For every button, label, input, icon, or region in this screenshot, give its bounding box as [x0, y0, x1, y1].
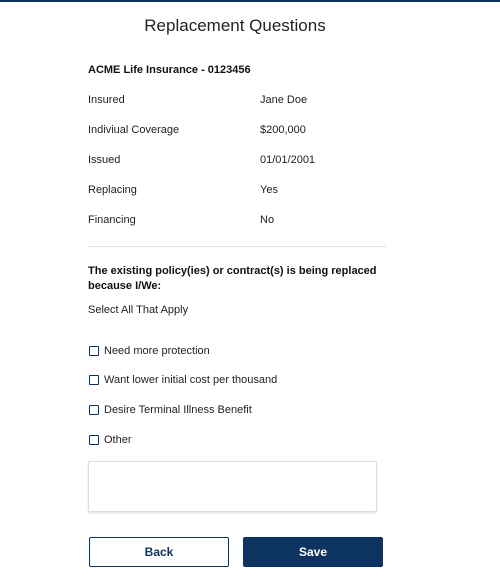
info-value: 01/01/2001: [260, 154, 316, 166]
option-label: Want lower initial cost per thousand: [104, 374, 278, 386]
info-value: $200,000: [260, 124, 306, 136]
option-need-more-protection[interactable]: Need more protection: [89, 344, 210, 358]
checkbox-icon[interactable]: [89, 346, 99, 356]
info-value: Yes: [260, 184, 278, 196]
info-label: Insured: [88, 94, 125, 106]
checkbox-icon[interactable]: [89, 435, 99, 445]
replacement-reason-question: The existing policy(ies) or contract(s) …: [88, 265, 377, 292]
info-row-replacing: Replacing Yes: [88, 184, 388, 200]
save-button[interactable]: Save: [243, 537, 383, 567]
option-label: Desire Terminal Illness Benefit: [104, 404, 252, 416]
select-all-instruction: Select All That Apply: [88, 304, 189, 316]
checkbox-icon[interactable]: [89, 375, 99, 385]
info-row-coverage: Indiviual Coverage $200,000: [88, 124, 388, 140]
page-title: Replacement Questions: [144, 16, 326, 35]
info-value: No: [260, 214, 275, 226]
info-label: Issued: [88, 154, 121, 166]
section-divider: [88, 246, 386, 247]
option-lower-initial-cost[interactable]: Want lower initial cost per thousand: [89, 373, 277, 387]
top-accent-bar: [0, 0, 500, 2]
info-row-financing: Financing No: [88, 214, 388, 230]
info-label: Financing: [88, 214, 136, 226]
option-terminal-illness-benefit[interactable]: Desire Terminal Illness Benefit: [89, 403, 252, 417]
back-button[interactable]: Back: [89, 537, 229, 567]
option-label: Other: [104, 434, 132, 446]
option-label: Need more protection: [104, 345, 210, 357]
info-value: Jane Doe: [260, 94, 308, 106]
checkbox-icon[interactable]: [89, 405, 99, 415]
info-label: Replacing: [88, 184, 137, 196]
info-label: Indiviual Coverage: [88, 124, 180, 136]
policy-heading: ACME Life Insurance - 0123456: [88, 64, 251, 76]
other-reason-textarea[interactable]: [88, 461, 377, 512]
info-row-issued: Issued 01/01/2001: [88, 154, 388, 170]
replacement-questions-page: Replacement Questions ACME Life Insuranc…: [0, 0, 500, 588]
option-other[interactable]: Other: [89, 433, 132, 447]
info-row-insured: Insured Jane Doe: [88, 94, 388, 110]
